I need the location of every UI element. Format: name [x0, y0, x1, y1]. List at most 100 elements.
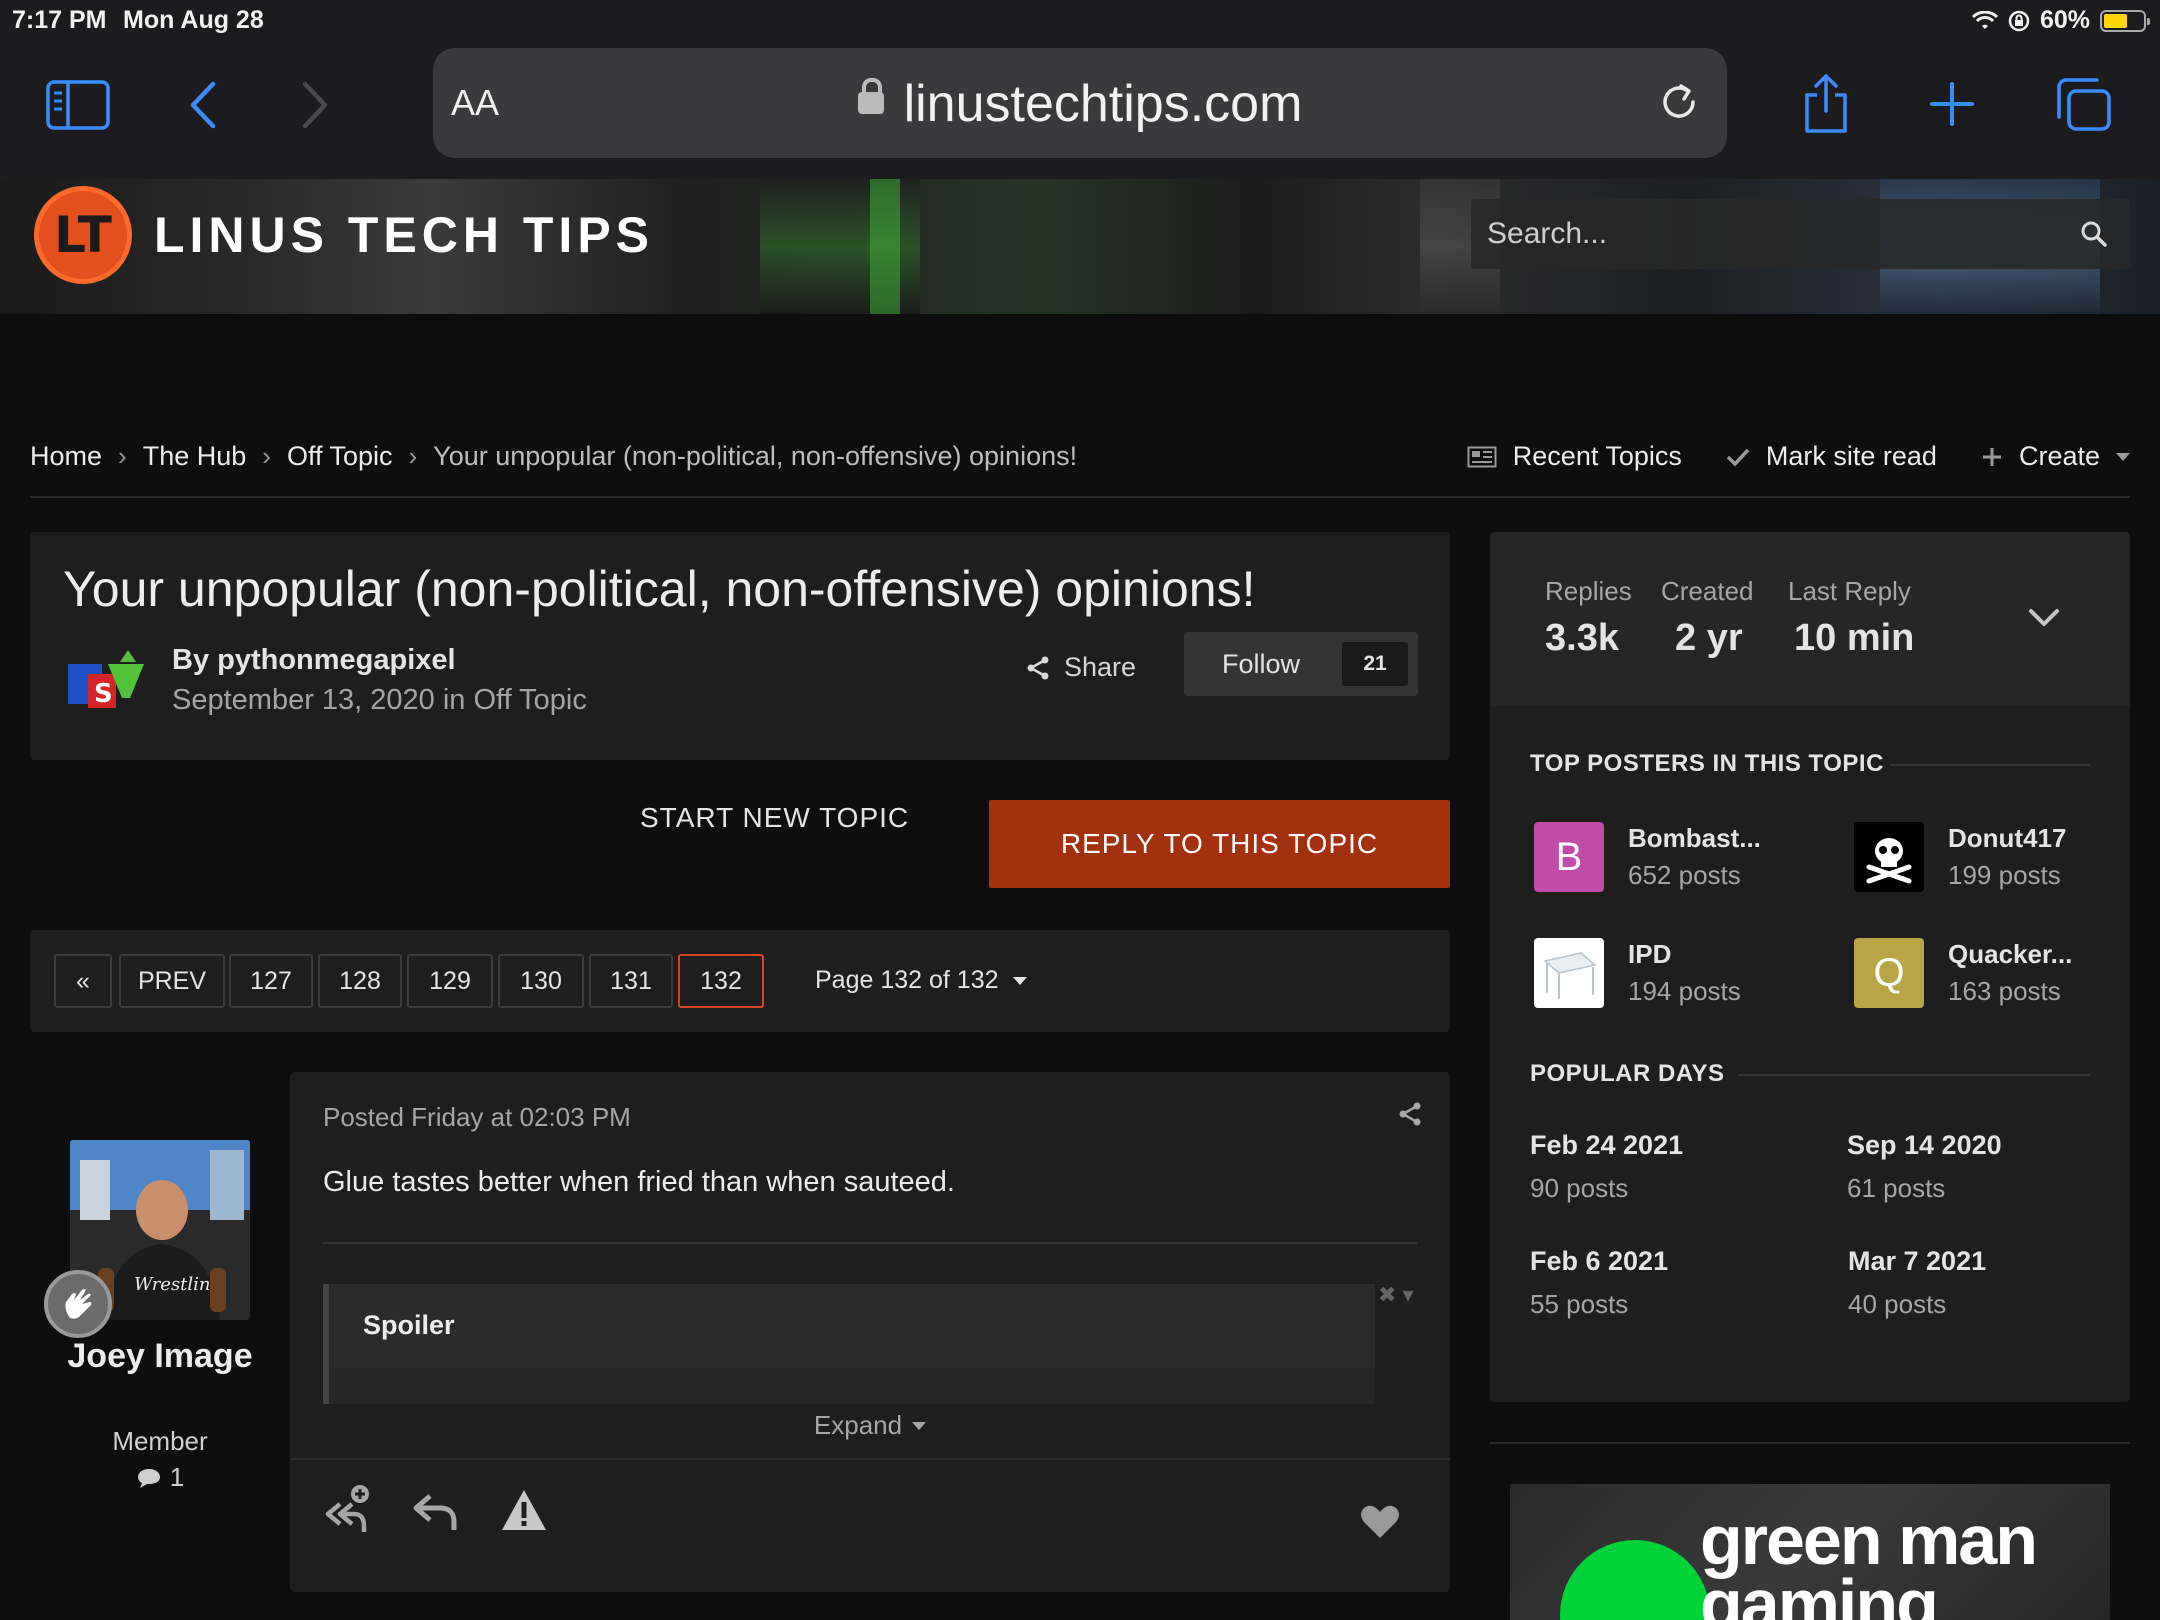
stat-replies: Replies 3.3k — [1545, 576, 1632, 660]
top-poster[interactable]: Q Quacker... 163 posts — [1854, 938, 2072, 1008]
ltt-logo-icon: LT — [34, 186, 132, 284]
green-man-gaming-ad[interactable]: green man gaming — [1510, 1484, 2110, 1620]
recent-topics-link[interactable]: Recent Topics — [1467, 441, 1682, 472]
address-bar[interactable]: AA linustechtips.com — [433, 48, 1727, 158]
post-actions — [320, 1484, 548, 1536]
signature-toggle-icon[interactable]: ✖ ▾ — [1378, 1282, 1414, 1308]
topic-header: Your unpopular (non-political, non-offen… — [30, 532, 1450, 760]
page-link[interactable]: 127 — [229, 954, 313, 1008]
top-poster[interactable]: Donut417 199 posts — [1854, 822, 2066, 892]
share-button[interactable]: Share — [1026, 652, 1136, 683]
page-jump-dropdown[interactable]: Page 132 of 132 — [815, 966, 1027, 995]
site-logo[interactable]: LT LINUS TECH TIPS — [34, 186, 654, 284]
report-warning-icon[interactable] — [500, 1488, 548, 1532]
caret-down-icon — [2116, 452, 2130, 461]
popular-day[interactable]: Feb 24 2021 90 posts — [1530, 1130, 1683, 1204]
quote-reply-icon[interactable] — [412, 1488, 460, 1532]
url-display[interactable]: linustechtips.com — [433, 74, 1727, 134]
poster-name[interactable]: Joey Image — [40, 1335, 280, 1378]
post-timestamp[interactable]: Posted Friday at 02:03 PM — [323, 1102, 631, 1133]
follow-button[interactable]: Follow 21 — [1184, 632, 1418, 696]
page-content: Home › The Hub › Off Topic › Your unpopu… — [0, 314, 2160, 1620]
share-sheet-icon[interactable] — [1800, 72, 1852, 136]
create-menu[interactable]: Create — [1981, 441, 2130, 472]
comment-icon — [137, 1468, 160, 1488]
sidebar-toggle-icon[interactable] — [44, 78, 112, 132]
signature-divider — [323, 1242, 1417, 1244]
divider — [1738, 1074, 2090, 1076]
heart-icon[interactable] — [1360, 1504, 1400, 1540]
browser-chrome: 7:17 PM Mon Aug 28 60% AA linustechtips.… — [0, 0, 2160, 179]
popular-day[interactable]: Sep 14 2020 61 posts — [1847, 1130, 2002, 1204]
tabs-overview-icon[interactable] — [2054, 76, 2114, 134]
breadcrumb-actions: Recent Topics Mark site read Create — [1467, 441, 2130, 472]
top-poster-posts: 199 posts — [1948, 860, 2061, 890]
spoiler-header[interactable]: Spoiler — [329, 1284, 1375, 1368]
stat-label: Replies — [1545, 576, 1632, 606]
popular-day-posts: 40 posts — [1848, 1289, 1947, 1319]
breadcrumb: Home › The Hub › Off Topic › Your unpopu… — [30, 441, 1077, 472]
page-link[interactable]: 131 — [589, 954, 673, 1008]
back-icon[interactable] — [182, 78, 222, 132]
page-link[interactable]: 129 — [407, 954, 493, 1008]
divider — [1490, 1442, 2130, 1444]
share-icon[interactable] — [1398, 1102, 1422, 1126]
site-search[interactable] — [1471, 199, 2130, 269]
multiquote-icon[interactable] — [320, 1484, 372, 1536]
search-input[interactable] — [1487, 199, 2047, 269]
chevron-down-icon[interactable] — [2028, 608, 2060, 628]
search-icon[interactable] — [2080, 220, 2108, 248]
mark-site-read-link[interactable]: Mark site read — [1726, 441, 1937, 472]
author-avatar[interactable]: S — [68, 650, 144, 712]
breadcrumb-current[interactable]: Your unpopular (non-political, non-offen… — [433, 441, 1077, 472]
popular-day-date: Mar 7 2021 — [1848, 1246, 1987, 1276]
forward-icon[interactable] — [296, 78, 336, 132]
popular-day-posts: 55 posts — [1530, 1289, 1629, 1319]
expand-label: Expand — [813, 1410, 903, 1440]
breadcrumb-off-topic[interactable]: Off Topic — [287, 441, 393, 472]
divider — [30, 496, 2130, 498]
popular-day-date: Sep 14 2020 — [1847, 1130, 2002, 1160]
reply-to-topic-button[interactable]: REPLY TO THIS TOPIC — [989, 800, 1450, 888]
hand-wave-badge-icon — [44, 1270, 112, 1338]
page-jump-label: Page 132 of 132 — [815, 966, 999, 994]
author-name[interactable]: By pythonmegapixel — [172, 644, 456, 677]
expand-signature-button[interactable]: Expand — [290, 1410, 1450, 1441]
prev-page-button[interactable]: PREV — [119, 954, 225, 1008]
spoiler-block[interactable]: Spoiler — [323, 1284, 1375, 1404]
follower-count: 21 — [1342, 642, 1408, 686]
stat-created: Created 2 yr — [1661, 576, 1754, 660]
topic-stats[interactable]: Replies 3.3k Created 2 yr Last Reply 10 … — [1490, 532, 2130, 706]
reload-icon[interactable] — [1657, 80, 1701, 124]
top-poster[interactable]: IPD 194 posts — [1534, 938, 1741, 1008]
status-indicators: 60% — [1971, 6, 2150, 35]
lock-icon — [857, 78, 884, 115]
page-link[interactable]: 128 — [318, 954, 402, 1008]
stat-label: Created — [1661, 576, 1754, 606]
new-tab-icon[interactable] — [1928, 80, 1976, 128]
popular-day-date: Feb 24 2021 — [1530, 1130, 1684, 1160]
start-new-topic-button[interactable]: START NEW TOPIC — [640, 802, 909, 834]
popular-day-date: Feb 6 2021 — [1530, 1246, 1669, 1276]
breadcrumb-the-hub[interactable]: The Hub — [143, 441, 247, 472]
page-link[interactable]: 130 — [498, 954, 584, 1008]
poster-post-count: 1 — [40, 1462, 280, 1493]
stat-label: Last Reply — [1788, 576, 1911, 606]
current-page-link[interactable]: 132 — [678, 954, 764, 1008]
post-body-text: Glue tastes better when fried than when … — [323, 1166, 955, 1198]
pagination: « PREV 127 128 129 130 131 132 Page 132 … — [30, 930, 1450, 1032]
popular-day[interactable]: Mar 7 2021 40 posts — [1848, 1246, 1986, 1320]
first-page-button[interactable]: « — [54, 954, 112, 1008]
site-name: LINUS TECH TIPS — [154, 207, 655, 263]
svg-text:S: S — [94, 679, 113, 709]
breadcrumb-home[interactable]: Home — [30, 441, 102, 472]
divider — [290, 1458, 1450, 1460]
top-poster[interactable]: B Bombast... 652 posts — [1534, 822, 1761, 892]
top-poster-name: Bombast... — [1628, 823, 1761, 853]
table-avatar-icon — [1534, 938, 1604, 1008]
popular-day[interactable]: Feb 6 2021 55 posts — [1530, 1246, 1668, 1320]
divider — [1890, 764, 2090, 766]
battery-icon — [2100, 9, 2150, 32]
battery-percent: 60% — [2039, 6, 2090, 34]
skull-crossbones-avatar-icon — [1854, 822, 1924, 892]
